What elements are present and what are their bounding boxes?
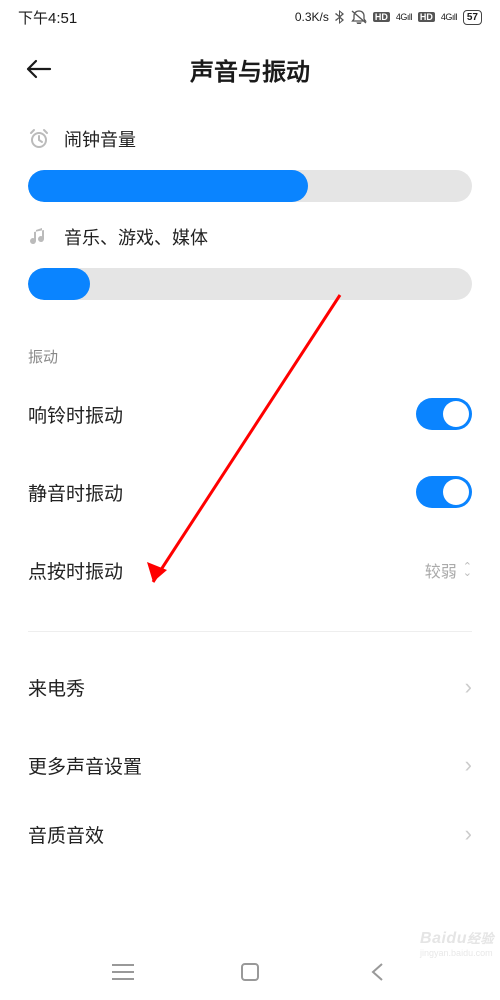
- chevron-updown-icon: ⌃⌄: [463, 564, 472, 576]
- back-arrow-icon: [26, 59, 52, 79]
- menu-icon: [112, 964, 134, 980]
- chevron-right-icon: ›: [465, 821, 472, 847]
- signal-2: 4Gıll: [441, 12, 457, 22]
- alarm-volume-label: 闹钟音量: [64, 126, 136, 152]
- alarm-volume-fill: [28, 170, 308, 202]
- home-button[interactable]: [233, 955, 267, 989]
- signal-1: 4Gıll: [396, 12, 412, 22]
- sound-quality-row[interactable]: 音质音效 ›: [28, 804, 472, 864]
- back-button[interactable]: [24, 54, 54, 84]
- mute-icon: [351, 10, 367, 24]
- alarm-icon: [28, 128, 50, 150]
- haptic-value: 较弱: [425, 558, 457, 582]
- media-volume-label: 音乐、游戏、媒体: [64, 224, 208, 250]
- recents-button[interactable]: [106, 955, 140, 989]
- chevron-left-icon: [370, 962, 384, 982]
- alarm-volume-section: 闹钟音量: [28, 104, 472, 202]
- hd-badge-1: HD: [373, 12, 390, 22]
- media-volume-fill: [28, 268, 90, 300]
- more-sound-row[interactable]: 更多声音设置 ›: [28, 726, 472, 804]
- page-title: 声音与振动: [0, 52, 500, 87]
- vibration-group-label: 振动: [28, 346, 472, 367]
- media-volume-section: 音乐、游戏、媒体: [28, 202, 472, 300]
- silent-vibrate-label: 静音时振动: [28, 479, 123, 506]
- ring-vibrate-toggle[interactable]: [416, 398, 472, 430]
- call-show-label: 来电秀: [28, 674, 85, 701]
- status-right: 0.3K/s HD 4Gıll HD 4Gıll 57: [295, 10, 482, 25]
- ring-vibrate-row[interactable]: 响铃时振动: [28, 375, 472, 453]
- music-icon: [28, 226, 50, 248]
- page-header: 声音与振动: [0, 34, 500, 104]
- more-sound-label: 更多声音设置: [28, 752, 142, 779]
- haptic-value-cell: 较弱 ⌃⌄: [425, 558, 472, 582]
- sound-quality-label: 音质音效: [28, 821, 104, 848]
- nav-back-button[interactable]: [360, 955, 394, 989]
- call-show-row[interactable]: 来电秀 ›: [28, 648, 472, 726]
- battery-indicator: 57: [463, 10, 482, 25]
- silent-vibrate-row[interactable]: 静音时振动: [28, 453, 472, 531]
- status-bar: 下午4:51 0.3K/s HD 4Gıll HD 4Gıll 57: [0, 0, 500, 34]
- status-speed: 0.3K/s: [295, 10, 329, 24]
- system-nav-bar: [0, 944, 500, 1000]
- status-time: 下午4:51: [18, 7, 77, 28]
- haptic-label: 点按时振动: [28, 557, 123, 584]
- alarm-volume-slider[interactable]: [28, 170, 472, 202]
- chevron-right-icon: ›: [465, 752, 472, 778]
- hd-badge-2: HD: [418, 12, 435, 22]
- silent-vibrate-toggle[interactable]: [416, 476, 472, 508]
- bluetooth-icon: [335, 10, 345, 24]
- ring-vibrate-label: 响铃时振动: [28, 401, 123, 428]
- divider: [28, 631, 472, 632]
- square-icon: [241, 963, 259, 981]
- chevron-right-icon: ›: [465, 674, 472, 700]
- haptic-row[interactable]: 点按时振动 较弱 ⌃⌄: [28, 531, 472, 609]
- media-volume-slider[interactable]: [28, 268, 472, 300]
